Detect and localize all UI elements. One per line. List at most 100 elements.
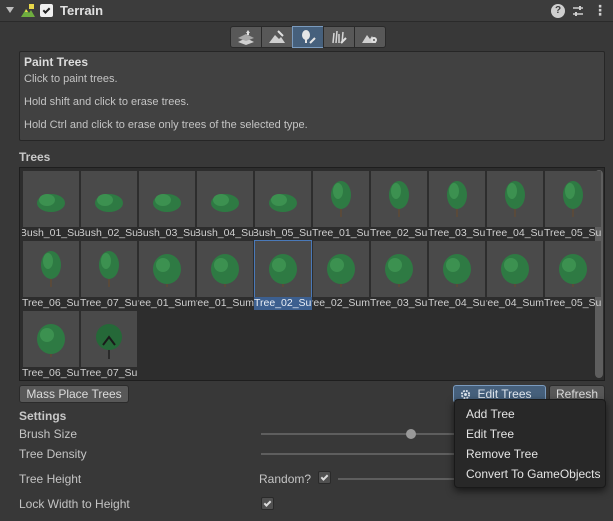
tree-name-label: ree_02_Sum — [312, 297, 370, 309]
tree-height-range-slider[interactable] — [338, 478, 456, 480]
tool-sculpt-terrain[interactable] — [261, 26, 293, 48]
help-line-erase: Hold shift and click to erase trees. — [24, 96, 190, 108]
lock-width-checkbox[interactable] — [261, 497, 274, 510]
tree-name-label: Bush_05_Su — [254, 227, 312, 239]
tree-name-label: ree_01_Sum — [196, 297, 254, 309]
terrain-settings-icon — [362, 35, 377, 43]
tree-name-label: Tree_07_Su — [80, 297, 138, 309]
random-height-checkbox[interactable] — [318, 471, 331, 484]
tree-prototype-item[interactable]: Tree_05_Su — [544, 170, 602, 240]
menu-item-edit-tree[interactable]: Edit Tree — [455, 424, 605, 444]
tree-prototype-item[interactable]: ree_02_Sum — [312, 240, 370, 310]
tree-name-label: Tree_01_Sum — [138, 297, 196, 309]
help-line-erase-selected: Hold Ctrl and click to erase only trees … — [24, 119, 308, 131]
random-height-label: Random? — [259, 472, 312, 486]
tree-thumbnail — [429, 171, 485, 227]
tree-thumbnail — [313, 171, 369, 227]
raise-terrain-icon — [238, 30, 254, 45]
tool-paint-details[interactable] — [323, 26, 355, 48]
tree-name-label: Tree_03_Su — [428, 227, 486, 239]
paint-tree-icon — [302, 30, 316, 44]
checkmark-icon — [42, 5, 51, 14]
tree-height-label: Tree Height — [19, 472, 82, 486]
terrain-icon — [21, 4, 35, 17]
tree-thumbnail — [139, 171, 195, 227]
tree-prototype-item[interactable]: Tree_03_Su — [428, 170, 486, 240]
tree-prototype-item[interactable]: Tree_05_Su — [544, 240, 602, 310]
menu-item-add-tree[interactable]: Add Tree — [455, 404, 605, 424]
tree-density-slider[interactable] — [261, 453, 456, 455]
tree-prototype-item[interactable]: Bush_01_Su — [22, 170, 80, 240]
tree-density-label: Tree Density — [19, 447, 87, 461]
foldout-arrow-icon[interactable] — [6, 7, 14, 13]
tree-thumbnail — [545, 171, 601, 227]
tree-prototype-item[interactable]: Bush_04_Su — [196, 170, 254, 240]
lock-width-label: Lock Width to Height — [19, 497, 130, 511]
tree-prototype-item[interactable]: Tree_06_Su — [22, 310, 80, 380]
tree-name-label: Bush_04_Su — [196, 227, 254, 239]
tree-thumbnail — [255, 171, 311, 227]
edit-trees-dropdown-menu: Add Tree Edit Tree Remove Tree Convert To G… — [454, 399, 606, 488]
more-menu-icon[interactable]: ⋮ — [593, 3, 607, 18]
brush-size-slider[interactable] — [261, 433, 456, 435]
tool-paint-trees[interactable] — [292, 26, 324, 48]
tree-prototype-item[interactable]: Tree_02_Su — [254, 240, 312, 310]
paint-details-icon — [332, 30, 347, 44]
tree-prototype-item[interactable]: Tree_01_Sum — [138, 240, 196, 310]
tree-thumbnail — [487, 171, 543, 227]
component-title: Terrain — [60, 3, 104, 18]
sculpt-brush-icon — [269, 30, 285, 43]
mass-place-trees-button[interactable]: Mass Place Trees — [19, 385, 129, 403]
tree-thumbnail — [23, 171, 79, 227]
menu-item-convert-to-gameobjects[interactable]: Convert To GameObjects — [455, 464, 605, 484]
tree-name-label: Tree_05_Su — [544, 297, 602, 309]
tree-prototype-item[interactable]: ree_04_Sum — [486, 240, 544, 310]
tree-prototype-item[interactable]: Tree_07_Su — [80, 310, 138, 380]
help-icon[interactable]: ? — [551, 4, 565, 18]
terrain-tool-toolbar — [230, 26, 386, 48]
tree-thumbnail — [371, 241, 427, 297]
tree-prototype-grid: Bush_01_Su Bush_02_Su Bush_03_Su Bush_04_Su… — [19, 167, 605, 381]
tree-thumbnail — [81, 311, 137, 367]
tree-prototype-item[interactable]: Bush_02_Su — [80, 170, 138, 240]
tree-name-label: Tree_06_Su — [22, 367, 80, 379]
tree-prototype-item[interactable]: Tree_02_Su — [370, 170, 428, 240]
tree-thumbnail — [313, 241, 369, 297]
tree-prototype-item[interactable]: Tree_06_Su — [22, 240, 80, 310]
tree-name-label: Tree_07_Su — [80, 367, 138, 379]
inspector-header: Terrain ? ⋮ — [0, 0, 613, 22]
tree-prototype-item[interactable]: Tree_03_Su — [370, 240, 428, 310]
tree-thumbnail — [371, 171, 427, 227]
tree-prototype-item[interactable]: ree_01_Sum — [196, 240, 254, 310]
tool-create-neighbor-terrains[interactable] — [230, 26, 262, 48]
tree-prototype-item[interactable]: Tree_07_Su — [80, 240, 138, 310]
settings-sliders-icon[interactable] — [571, 4, 585, 18]
tree-thumbnail — [197, 171, 253, 227]
help-title: Paint Trees — [24, 55, 89, 69]
tree-thumbnail — [487, 241, 543, 297]
brush-size-label: Brush Size — [19, 427, 78, 441]
tree-prototype-item[interactable]: Tree_04_Su — [428, 240, 486, 310]
menu-item-remove-tree[interactable]: Remove Tree — [455, 444, 605, 464]
tree-prototype-item[interactable]: Bush_03_Su — [138, 170, 196, 240]
tree-prototype-item[interactable]: Bush_05_Su — [254, 170, 312, 240]
tree-name-label: Bush_01_Su — [22, 227, 80, 239]
tree-name-label: Tree_04_Su — [428, 297, 486, 309]
tree-prototype-item[interactable]: Tree_01_Su — [312, 170, 370, 240]
tree-name-label: ree_04_Sum — [486, 297, 544, 309]
terrain-enabled-checkbox[interactable] — [40, 4, 53, 17]
tree-thumbnail — [81, 171, 137, 227]
checkmark-icon — [320, 472, 329, 481]
brush-size-slider-knob[interactable] — [406, 429, 417, 439]
tree-name-label: Tree_04_Su — [486, 227, 544, 239]
settings-section-label: Settings — [19, 409, 67, 423]
tree-name-label: Tree_02_Su — [370, 227, 428, 239]
tree-name-label: Tree_06_Su — [22, 297, 80, 309]
tree-name-label: Tree_03_Su — [370, 297, 428, 309]
tree-thumbnail — [197, 241, 253, 297]
tree-name-label: Bush_03_Su — [138, 227, 196, 239]
tool-terrain-settings[interactable] — [354, 26, 386, 48]
tree-prototype-item[interactable]: Tree_04_Su — [486, 170, 544, 240]
tree-thumbnail — [254, 240, 312, 298]
tree-thumbnail — [139, 241, 195, 297]
